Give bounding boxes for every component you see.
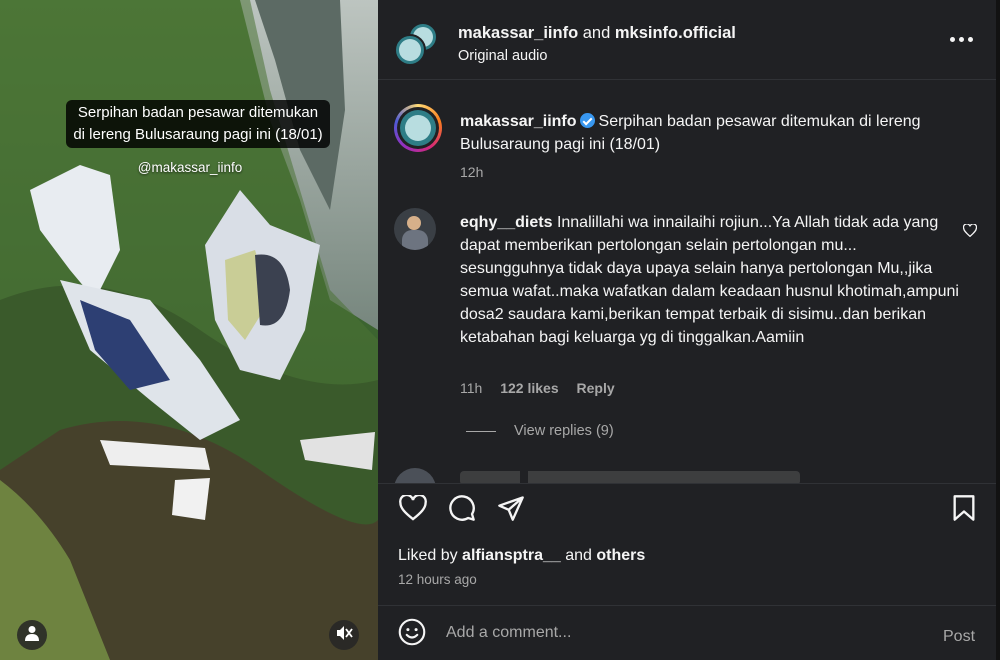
liked-by-user[interactable]: alfiansptra__: [462, 547, 561, 564]
avatar[interactable]: [394, 104, 442, 152]
comment-likes[interactable]: 122 likes: [500, 380, 558, 396]
avatar[interactable]: [394, 208, 436, 250]
comment-button[interactable]: [447, 494, 477, 527]
liked-by-others[interactable]: others: [596, 547, 645, 564]
author-link[interactable]: makassar_iinfo: [458, 24, 578, 42]
add-comment-bar: Post: [378, 605, 996, 660]
next-comment-peek: [460, 471, 800, 483]
post-actions: Liked by alfiansptra__ and others 12 hou…: [378, 483, 996, 605]
original-audio-link[interactable]: Original audio: [458, 48, 547, 64]
more-options-button[interactable]: [950, 32, 974, 46]
post-authors: makassar_iinfo and mksinfo.official: [458, 24, 736, 43]
liked-by: Liked by alfiansptra__ and others: [398, 547, 645, 565]
comments-list[interactable]: makassar_iinfo Serpihan badan pesawar dit…: [378, 80, 996, 483]
comment-meta: 11h 122 likes Reply: [460, 380, 629, 396]
emoji-icon: [398, 618, 426, 651]
comment-username[interactable]: eqhy__diets: [460, 214, 552, 231]
verified-badge-icon: [579, 113, 595, 128]
comment-time: 11h: [460, 380, 483, 396]
reply-button[interactable]: Reply: [577, 380, 615, 396]
like-comment-button[interactable]: [962, 223, 978, 242]
heart-icon: [399, 493, 427, 526]
user-icon: [25, 625, 39, 646]
share-icon: [497, 494, 525, 527]
mute-button[interactable]: [329, 620, 359, 650]
author-link[interactable]: mksinfo.official: [615, 24, 736, 42]
video-overlay-handle: @makassar_iinfo: [137, 160, 243, 175]
post-comment-button[interactable]: Post: [943, 628, 975, 646]
post-panel: makassar_iinfo and mksinfo.official Orig…: [378, 0, 996, 660]
heart-icon: [962, 223, 978, 241]
comment-input[interactable]: [446, 624, 886, 642]
post-header: makassar_iinfo and mksinfo.official Orig…: [378, 0, 996, 80]
liked-by-joiner: and: [565, 547, 592, 564]
more-options-icon: [950, 36, 973, 42]
comment-text: Innalillahi wa innailaihi rojiun...Ya Al…: [460, 214, 959, 346]
share-button[interactable]: [496, 495, 526, 525]
video-overlay-caption: Serpihan badan pesawar ditemukan di lere…: [66, 100, 330, 148]
authors-joiner: and: [582, 24, 611, 42]
post-timestamp[interactable]: 12 hours ago: [398, 572, 477, 587]
comment-icon: [448, 494, 476, 527]
avatar: [394, 34, 426, 66]
collab-avatars[interactable]: [394, 22, 438, 66]
window-edge: [996, 0, 1000, 660]
muted-speaker-icon: [335, 624, 353, 647]
caption-time: 12h: [460, 164, 484, 180]
bookmark-icon: [952, 494, 976, 527]
post-caption: makassar_iinfo Serpihan badan pesawar dit…: [460, 110, 960, 156]
divider: [466, 430, 496, 432]
caption-username[interactable]: makassar_iinfo: [460, 113, 577, 130]
like-button[interactable]: [398, 493, 428, 526]
emoji-button[interactable]: [398, 618, 426, 651]
post-media[interactable]: Serpihan badan pesawar ditemukan di lere…: [0, 0, 378, 660]
crash-debris-photo: [0, 0, 378, 660]
comment-body: eqhy__diets Innalillahi wa innailaihi ro…: [460, 211, 960, 349]
avatar: [394, 468, 436, 483]
tagged-users-button[interactable]: [17, 620, 47, 650]
save-button[interactable]: [949, 494, 979, 527]
view-replies-button[interactable]: View replies (9): [466, 423, 614, 439]
liked-by-prefix: Liked by: [398, 547, 458, 564]
view-replies-label: View replies (9): [514, 423, 614, 439]
